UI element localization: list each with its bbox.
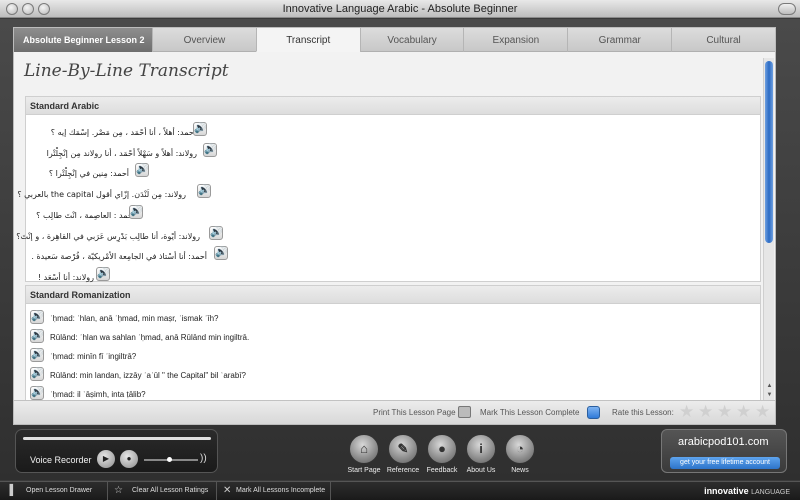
scroll-down-arrow-icon[interactable]: ▼ — [765, 391, 774, 399]
page-title: Line-By-Line Transcript — [24, 61, 229, 81]
volume-slider[interactable] — [144, 457, 198, 462]
mark-complete-checkbox[interactable] — [587, 406, 600, 419]
volume-slider-knob[interactable] — [167, 457, 172, 462]
voice-recorder-label: Voice Recorder — [30, 455, 92, 465]
close-window-icon[interactable] — [6, 3, 18, 15]
arabic-line: رولاند: أنا أسْعَد ! — [37, 273, 94, 282]
volume-icon: )) — [200, 453, 207, 464]
printer-icon[interactable] — [458, 406, 471, 418]
speaker-icon[interactable]: 🔊 — [193, 122, 207, 136]
speaker-icon[interactable]: 🔊 — [135, 163, 149, 177]
speaker-icon[interactable]: 🔊 — [30, 329, 44, 343]
play-icon[interactable]: ▶ — [97, 450, 115, 468]
zoom-window-icon[interactable] — [38, 3, 50, 15]
voice-recorder: Voice Recorder ▶ ● )) — [15, 429, 218, 473]
lesson-panel: Absolute Beginner Lesson 2 Overview Tran… — [13, 27, 776, 425]
drawer-icon[interactable]: ▐ — [6, 485, 13, 496]
arabic-line: رولاند: مِن لَنْدَن. إزّاي أقول the capi… — [17, 190, 186, 199]
recorder-progress-bar[interactable] — [23, 437, 211, 440]
section-header: Standard Arabic — [26, 97, 760, 115]
transcript-content: Line-By-Line Transcript Standard Arabic … — [14, 53, 764, 401]
speaker-icon[interactable]: 🔊 — [129, 205, 143, 219]
free-account-button[interactable]: get your free lifetime account — [670, 457, 780, 469]
star-icon[interactable]: ★ — [717, 403, 732, 421]
print-lesson-link[interactable]: Print This Lesson Page — [373, 408, 456, 417]
romanization-line: ʾḥmad: il ʿāṣimh, inta ṭālib? — [50, 390, 146, 399]
romanization-line: Rūlānd: min landan, izzāy ʾaʿūl " the Ca… — [50, 371, 246, 380]
arabic-line: أحمد: مِنين في إنْجِلْتْرا ؟ — [48, 169, 129, 178]
divider — [216, 482, 217, 500]
standard-romanization-section: Standard Romanization 🔊 ʾḥmad: ʾhlan, an… — [25, 285, 761, 401]
open-lesson-drawer-link[interactable]: Open Lesson Drawer — [26, 487, 92, 494]
info-icon[interactable]: i — [466, 434, 496, 464]
scroll-thumb[interactable] — [765, 61, 773, 243]
clear-ratings-link[interactable]: Clear All Lesson Ratings — [132, 487, 208, 494]
mark-complete-link[interactable]: Mark This Lesson Complete — [480, 408, 579, 417]
rate-lesson-label: Rate this Lesson: — [612, 408, 674, 417]
lesson-footer: Print This Lesson Page Mark This Lesson … — [14, 400, 775, 424]
tab-cultural[interactable]: Cultural — [671, 28, 775, 52]
divider — [330, 482, 331, 500]
speaker-icon[interactable]: 🔊 — [30, 386, 44, 400]
speaker-icon[interactable]: 🔊 — [30, 367, 44, 381]
news-label[interactable]: News — [495, 467, 545, 474]
romanization-line: ʾḥmad: ʾhlan, anā ʾḥmad, min maṣr, ʾisma… — [50, 314, 219, 323]
stop-icon[interactable]: ● — [120, 450, 138, 468]
tab-grammar[interactable]: Grammar — [567, 28, 671, 52]
innovative-language-logo: innovative LANGUAGE — [704, 486, 790, 496]
home-icon[interactable]: ⌂ — [349, 434, 379, 464]
logo-sub: LANGUAGE — [751, 489, 790, 496]
romanization-line: ʾḥmad: minīn fī ʾingiltrā? — [50, 352, 137, 361]
promo-box: arabicpod101.com get your free lifetime … — [661, 429, 787, 473]
star-icon[interactable]: ★ — [679, 403, 694, 421]
star-icon[interactable]: ★ — [736, 403, 751, 421]
romanization-line: Rūlānd: ʾhlan wa sahlan ʾḥmad, anā Rūlān… — [50, 333, 250, 342]
book-icon[interactable]: ✎ — [388, 434, 418, 464]
minimize-window-icon[interactable] — [22, 3, 34, 15]
arabic-line: رولاند: أيْوة، أنا طالِب بَدْرِس عَرَبي … — [16, 232, 200, 241]
tab-overview[interactable]: Overview — [152, 28, 256, 52]
speaker-icon[interactable]: 🔊 — [30, 310, 44, 324]
lesson-name-tab: Absolute Beginner Lesson 2 — [14, 28, 152, 52]
speaker-icon[interactable]: 🔊 — [96, 267, 110, 281]
star-icon[interactable]: ★ — [698, 403, 713, 421]
divider — [107, 482, 108, 500]
window-title: Innovative Language Arabic - Absolute Be… — [282, 3, 518, 15]
site-brand[interactable]: arabicpod101.com — [678, 436, 769, 448]
arabic-line: أحمد: أهلاً ، أنا أحْمَد ، مِن مَصْر. إس… — [50, 128, 196, 137]
mark-incomplete-link[interactable]: Mark All Lessons Incomplete — [236, 487, 325, 494]
window-titlebar: Innovative Language Arabic - Absolute Be… — [0, 0, 800, 18]
tab-expansion[interactable]: Expansion — [463, 28, 567, 52]
logo-main: innovative — [704, 486, 749, 496]
tab-transcript[interactable]: Transcript — [255, 28, 360, 52]
bottom-toolbar: ▐ Open Lesson Drawer ☆ Clear All Lesson … — [0, 481, 800, 500]
speaker-icon[interactable]: 🔊 — [203, 143, 217, 157]
x-icon[interactable]: ✕ — [223, 485, 231, 496]
arabic-line: أحمد : العاصِمة ، انْتَ طالِب ؟ — [36, 211, 135, 220]
star-icon[interactable]: ★ — [755, 403, 770, 421]
rss-icon[interactable]: ◔ — [505, 434, 535, 464]
tab-bar: Absolute Beginner Lesson 2 Overview Tran… — [14, 28, 775, 52]
tab-vocabulary[interactable]: Vocabulary — [359, 28, 464, 52]
section-header: Standard Romanization — [26, 286, 760, 304]
arabic-line: رولاند: أهلاً و سَهْلاً أحْمَد ، أنا رول… — [46, 149, 197, 158]
arabic-line: أحمد: أنا أسْتاذ في الجامِعة الأمْريكيّة… — [31, 252, 207, 261]
speaker-icon[interactable]: 🔊 — [214, 246, 228, 260]
chat-bubble-icon[interactable]: ● — [427, 434, 457, 464]
toolbar-toggle-icon[interactable] — [778, 3, 796, 15]
star-outline-icon[interactable]: ☆ — [114, 485, 123, 496]
vertical-scrollbar[interactable]: ▲ ▼ — [763, 58, 774, 400]
speaker-icon[interactable]: 🔊 — [197, 184, 211, 198]
standard-arabic-section: Standard Arabic أحمد: أهلاً ، أنا أحْمَد… — [16, 96, 761, 282]
scroll-up-arrow-icon[interactable]: ▲ — [765, 382, 774, 390]
speaker-icon[interactable]: 🔊 — [209, 226, 223, 240]
speaker-icon[interactable]: 🔊 — [30, 348, 44, 362]
